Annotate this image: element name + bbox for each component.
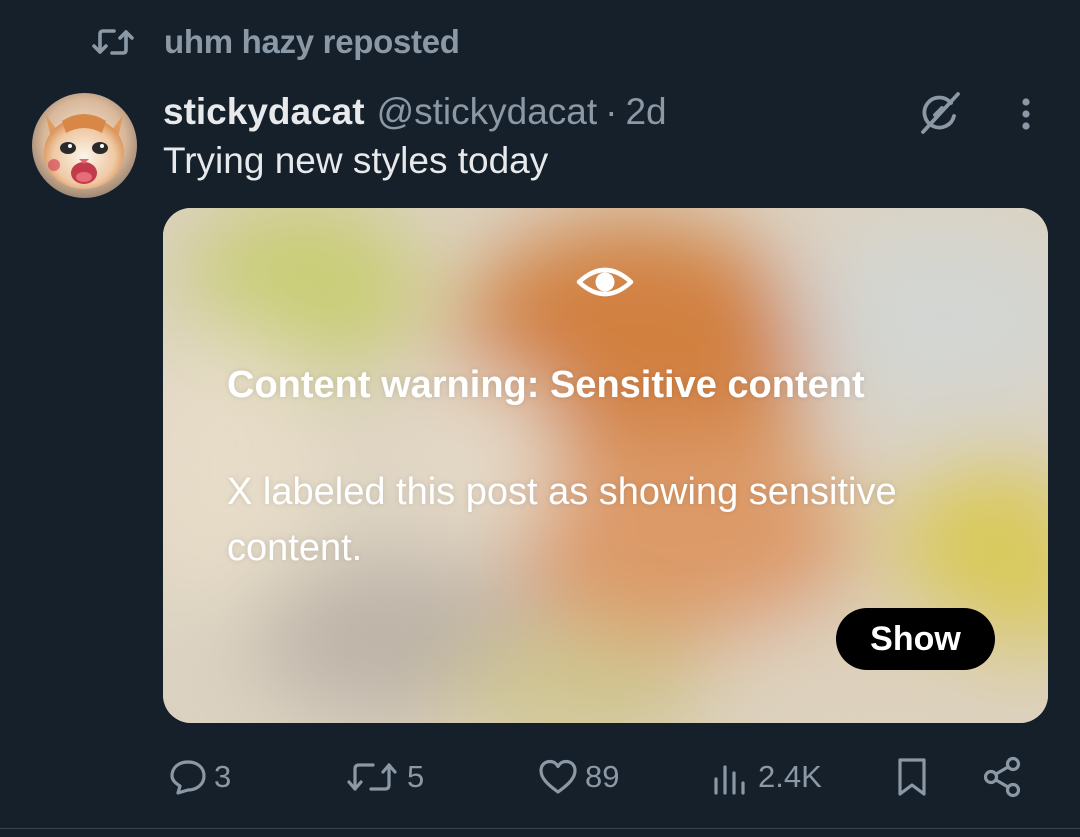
post-header: stickydacat @stickydacat · 2d bbox=[163, 86, 667, 138]
repost-icon bbox=[92, 24, 134, 60]
bookmark-icon bbox=[892, 756, 932, 798]
bookmark-button[interactable] bbox=[892, 748, 932, 806]
share-icon bbox=[980, 755, 1024, 799]
sensitive-media-card[interactable]: Content warning: Sensitive content X lab… bbox=[163, 208, 1048, 723]
post-age[interactable]: 2d bbox=[625, 91, 666, 133]
views-button[interactable]: 2.4K bbox=[710, 748, 822, 806]
divider bbox=[0, 828, 1080, 829]
post-timeline-item[interactable]: uhm hazy reposted stickydacat @stickydac… bbox=[0, 0, 1080, 837]
repost-icon bbox=[345, 757, 401, 797]
post-text: Trying new styles today bbox=[163, 140, 549, 181]
display-name[interactable]: stickydacat bbox=[163, 91, 365, 133]
views-chart-icon bbox=[710, 757, 752, 797]
separator-dot: · bbox=[605, 91, 618, 132]
repost-count: 5 bbox=[407, 759, 425, 794]
repost-context[interactable]: uhm hazy reposted bbox=[92, 22, 460, 62]
heart-icon bbox=[537, 757, 579, 797]
reply-count: 3 bbox=[214, 759, 232, 794]
grok-icon[interactable] bbox=[913, 88, 965, 140]
share-button[interactable] bbox=[980, 748, 1024, 806]
reply-icon bbox=[168, 757, 208, 797]
action-bar: 3 5 89 2.4K bbox=[0, 748, 1080, 806]
like-button[interactable]: 89 bbox=[537, 748, 619, 806]
view-count: 2.4K bbox=[758, 759, 822, 794]
content-warning-title: Content warning: Sensitive content bbox=[227, 364, 865, 406]
user-handle[interactable]: @stickydacat bbox=[377, 91, 598, 133]
show-button[interactable]: Show bbox=[836, 608, 995, 670]
like-count: 89 bbox=[585, 759, 620, 794]
content-warning-body: X labeled this post as showing sensitive… bbox=[227, 471, 897, 569]
repost-button[interactable]: 5 bbox=[345, 748, 424, 806]
avatar[interactable] bbox=[32, 93, 137, 198]
eye-icon bbox=[575, 256, 635, 308]
repost-label[interactable]: uhm hazy reposted bbox=[164, 23, 460, 61]
reply-button[interactable]: 3 bbox=[168, 748, 231, 806]
more-options-icon[interactable] bbox=[1004, 92, 1048, 136]
